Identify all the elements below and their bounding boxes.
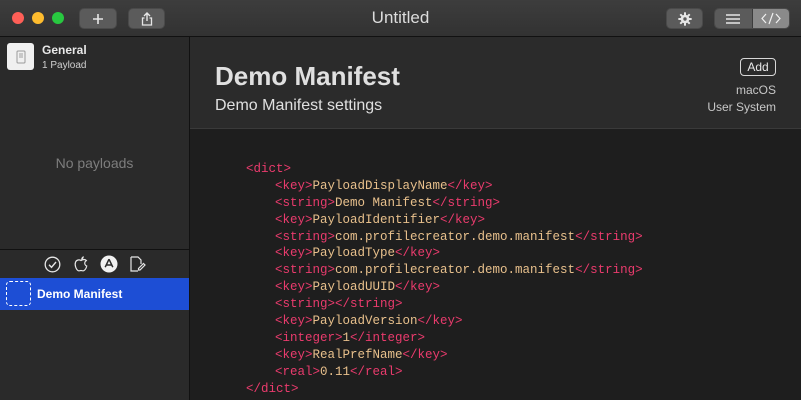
xml-open-tag: <key> xyxy=(275,347,313,362)
code-line: <string>Demo Manifest</string> xyxy=(246,195,643,212)
add-profile-button[interactable] xyxy=(79,8,117,29)
xml-close-tag: </real> xyxy=(350,364,403,379)
xml-open-tag: <real> xyxy=(275,364,321,379)
code-line: <real>0.11</real> xyxy=(246,364,643,381)
general-payload-item[interactable]: General 1 Payload xyxy=(0,37,189,77)
manifest-item-demo-manifest[interactable]: Demo Manifest xyxy=(0,278,189,310)
xml-open-tag: <integer> xyxy=(275,330,343,345)
close-window-button[interactable] xyxy=(12,12,24,24)
xml-close-tag: </string> xyxy=(575,263,643,278)
general-payload-name: General xyxy=(42,43,87,57)
sidebar: General 1 Payload No payloads Demo Manif… xyxy=(0,37,190,400)
plus-icon xyxy=(93,13,103,24)
xml-close-tag: </key> xyxy=(402,347,448,362)
code-line: <key>PayloadType</key> xyxy=(246,245,643,262)
main-content: Demo Manifest Demo Manifest settings Add… xyxy=(190,37,801,400)
code-line: <integer>1</integer> xyxy=(246,330,643,347)
code-line: <dict> xyxy=(246,161,643,178)
manifest-item-label: Demo Manifest xyxy=(37,287,123,301)
xml-open-tag: <key> xyxy=(275,246,313,261)
code-line: <key>PayloadDisplayName</key> xyxy=(246,178,643,195)
xml-open-tag: <key> xyxy=(275,280,313,295)
code-line: <key>PayloadVersion</key> xyxy=(246,313,643,330)
app-store-icon[interactable] xyxy=(100,255,118,273)
zoom-window-button[interactable] xyxy=(52,12,64,24)
settings-button[interactable] xyxy=(666,8,703,29)
code-line: <string>com.profilecreator.demo.manifest… xyxy=(246,262,643,279)
gear-icon xyxy=(677,11,692,26)
xml-value: RealPrefName xyxy=(312,347,403,362)
xml-tag: <dict> xyxy=(246,162,292,176)
list-view-button[interactable] xyxy=(715,9,752,28)
xml-close-tag: </key> xyxy=(447,178,493,193)
xml-code-view: <dict> <key>PayloadDisplayName</key> <str… xyxy=(246,161,643,397)
xml-value: PayloadDisplayName xyxy=(312,178,448,193)
xml-close-tag: </key> xyxy=(395,280,441,295)
minimize-window-button[interactable] xyxy=(32,12,44,24)
xml-close-tag: </string> xyxy=(335,297,403,312)
xml-open-tag: <string> xyxy=(275,297,336,312)
manifest-placeholder-icon xyxy=(6,281,31,306)
xml-value: com.profilecreator.demo.manifest xyxy=(335,229,576,244)
xml-open-tag: <string> xyxy=(275,229,336,244)
view-mode-segmented-control xyxy=(714,8,790,29)
list-icon xyxy=(726,13,741,24)
scope-label: User System xyxy=(707,100,776,114)
title-bar: Untitled xyxy=(0,0,801,37)
xml-value: PayloadType xyxy=(312,246,396,261)
xml-close-tag: </key> xyxy=(440,212,486,227)
share-icon xyxy=(141,11,152,26)
page-title: Demo Manifest xyxy=(215,61,400,91)
platform-label: macOS xyxy=(735,83,776,97)
xml-close-tag: </key> xyxy=(417,314,463,329)
code-line: <key>RealPrefName</key> xyxy=(246,347,643,364)
xml-close-tag: </key> xyxy=(395,246,441,261)
xml-close-tag: </string> xyxy=(432,195,501,210)
app-window: Untitled General 1 Payload No payloads D… xyxy=(0,0,801,400)
xml-tag: </dict> xyxy=(246,381,299,396)
xml-open-tag: <key> xyxy=(275,314,313,329)
code-icon xyxy=(760,12,781,25)
checkmark-circle-icon[interactable] xyxy=(44,255,62,273)
code-view-button[interactable] xyxy=(751,9,789,28)
xml-value: PayloadUUID xyxy=(312,280,396,295)
filter-bar xyxy=(0,250,189,278)
xml-value: Demo Manifest xyxy=(335,195,433,210)
code-line: </dict> xyxy=(246,381,643,398)
xml-open-tag: <string> xyxy=(275,195,336,210)
edit-document-icon[interactable] xyxy=(128,255,146,273)
share-button[interactable] xyxy=(128,8,165,29)
document-icon xyxy=(7,43,34,70)
xml-value: 0.11 xyxy=(320,364,351,379)
xml-value: com.profilecreator.demo.manifest xyxy=(335,263,576,278)
xml-close-tag: </integer> xyxy=(350,330,426,345)
code-line: <key>PayloadIdentifier</key> xyxy=(246,212,643,229)
apple-icon[interactable] xyxy=(72,255,90,273)
xml-value: PayloadIdentifier xyxy=(312,212,441,227)
xml-open-tag: <key> xyxy=(275,212,313,227)
manifest-header: Demo Manifest Demo Manifest settings Add… xyxy=(190,37,801,129)
page-subtitle: Demo Manifest settings xyxy=(215,97,383,114)
code-line: <string></string> xyxy=(246,296,643,313)
xml-value: PayloadVersion xyxy=(312,314,418,329)
xml-open-tag: <string> xyxy=(275,263,336,278)
xml-value: 1 xyxy=(342,330,351,345)
xml-close-tag: </string> xyxy=(575,229,643,244)
code-line: <key>PayloadUUID</key> xyxy=(246,279,643,296)
code-line: <string>com.profilecreator.demo.manifest… xyxy=(246,229,643,246)
general-payload-count: 1 Payload xyxy=(42,60,87,71)
xml-open-tag: <key> xyxy=(275,178,313,193)
empty-payloads-label: No payloads xyxy=(55,155,134,171)
add-button[interactable]: Add xyxy=(740,58,776,76)
